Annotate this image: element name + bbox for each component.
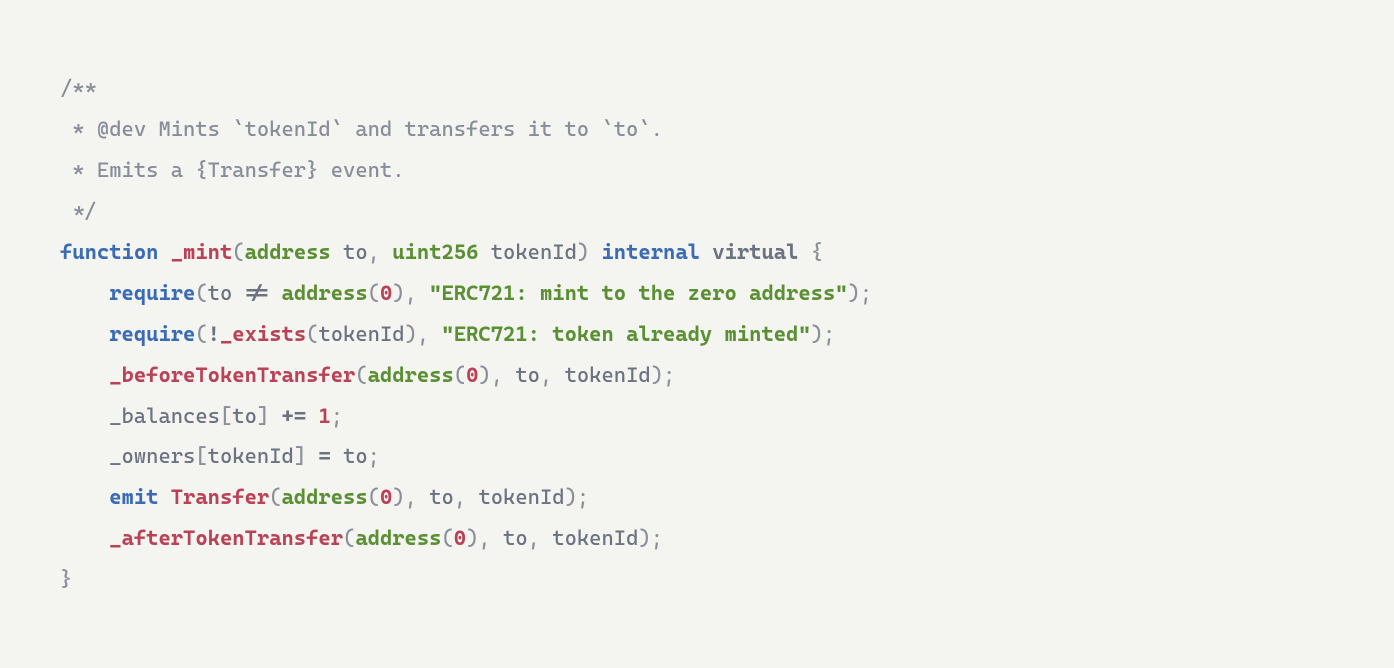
semi-3: ; <box>663 363 675 387</box>
number-zero-1: 0 <box>380 281 392 305</box>
call-before-token-transfer: _beforeTokenTransfer <box>109 363 355 387</box>
call-address-1: address <box>282 281 368 305</box>
keyword-internal: internal <box>602 240 700 264</box>
call-after-token-transfer: _afterTokenTransfer <box>109 526 343 550</box>
call-require-2: require <box>109 322 195 346</box>
semi-5: ; <box>368 444 380 468</box>
bracket-close-2: ] <box>294 444 306 468</box>
number-zero-3: 0 <box>380 485 392 509</box>
number-zero-2: 0 <box>466 363 478 387</box>
call-transfer: Transfer <box>171 485 269 509</box>
bracket-open-2: [ <box>195 444 207 468</box>
call-address-2: address <box>368 363 454 387</box>
number-zero-4: 0 <box>454 526 466 550</box>
comma: , <box>368 240 380 264</box>
string-mint-zero: "ERC721: mint to the zero address" <box>429 281 847 305</box>
op-pluseq: += <box>282 404 307 428</box>
type-uint256: uint256 <box>392 240 478 264</box>
string-already-minted: "ERC721: token already minted" <box>442 322 811 346</box>
comment-line-3: * Emits a {Transfer} event. <box>60 158 405 182</box>
brace-close: } <box>60 567 72 591</box>
paren-close: ) <box>577 240 589 264</box>
semi-6: ; <box>577 485 589 509</box>
code-block: /** * @dev Mints `tokenId` and transfers… <box>60 68 1334 600</box>
semi-2: ; <box>823 322 835 346</box>
call-exists: _exists <box>220 322 306 346</box>
ident-tokenId-4: tokenId <box>478 485 564 509</box>
ident-to-6: to <box>503 526 528 550</box>
call-address-3: address <box>282 485 368 509</box>
ident-to: to <box>208 281 233 305</box>
keyword-virtual: virtual <box>712 240 798 264</box>
op-ne: != <box>245 281 270 305</box>
bracket-close-1: ] <box>257 404 269 428</box>
semi-1: ; <box>860 281 872 305</box>
ident-tokenId-1: tokenId <box>318 322 404 346</box>
member-balances: _balances <box>109 404 220 428</box>
member-owners: _owners <box>109 444 195 468</box>
ident-tokenId-2: tokenId <box>565 363 651 387</box>
op-not: ! <box>208 322 220 346</box>
comment-line-1: /** <box>60 76 97 100</box>
keyword-function: function <box>60 240 158 264</box>
ident-to-4: to <box>343 444 368 468</box>
semi-7: ; <box>651 526 663 550</box>
comment-line-2: * @dev Mints `tokenId` and transfers it … <box>60 117 663 141</box>
comment-line-4: */ <box>60 199 97 223</box>
ident-to-5: to <box>429 485 454 509</box>
ident-to-2: to <box>515 363 540 387</box>
param-to: to <box>343 240 368 264</box>
op-assign: = <box>318 444 330 468</box>
ident-tokenId-5: tokenId <box>552 526 638 550</box>
call-address-4: address <box>355 526 441 550</box>
type-address: address <box>245 240 331 264</box>
ident-tokenId-3: tokenId <box>208 444 294 468</box>
keyword-emit: emit <box>109 485 158 509</box>
param-tokenId: tokenId <box>491 240 577 264</box>
number-one: 1 <box>318 404 330 428</box>
ident-to-3: to <box>232 404 257 428</box>
semi-4: ; <box>331 404 343 428</box>
bracket-open-1: [ <box>220 404 232 428</box>
paren-open: ( <box>232 240 244 264</box>
call-require-1: require <box>109 281 195 305</box>
brace-open: { <box>811 240 823 264</box>
fn-name-mint: _mint <box>171 240 233 264</box>
